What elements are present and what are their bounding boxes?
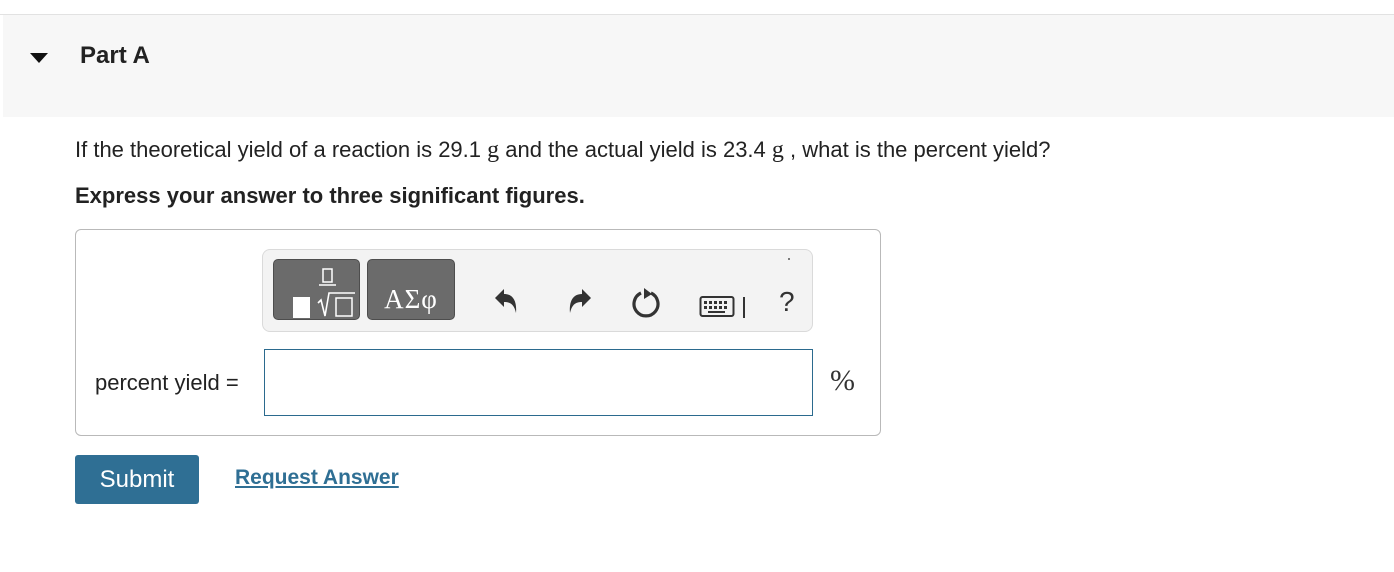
question-suffix: , what is the percent yield? (790, 137, 1051, 162)
part-title: Part A (80, 42, 150, 69)
answer-label: percent yield = (95, 370, 239, 395)
templates-button[interactable] (273, 259, 360, 320)
percent-yield-input[interactable] (264, 349, 813, 416)
request-answer-link[interactable]: Request Answer (235, 466, 399, 490)
toolbar-dot (788, 258, 790, 260)
fraction-sqrt-templates-icon (293, 268, 355, 318)
help-button[interactable]: ? (779, 286, 795, 318)
greek-symbols-label: ΑΣφ (384, 284, 438, 314)
actual-yield-unit: g (771, 137, 784, 163)
math-toolbar: ΑΣφ ? (262, 249, 813, 332)
question-middle: and the actual yield is 23.4 (505, 137, 766, 162)
submit-button[interactable]: Submit (75, 455, 199, 504)
part-a-header[interactable]: Part A (3, 15, 1394, 117)
question-text: If the theoretical yield of a reaction i… (75, 137, 1051, 164)
reset-icon[interactable] (630, 286, 664, 320)
redo-icon[interactable] (565, 286, 595, 316)
caret-down-icon[interactable] (28, 51, 50, 65)
answer-unit: % (830, 364, 855, 397)
question-prefix: If the theoretical yield of a reaction i… (75, 137, 482, 162)
greek-symbols-button[interactable]: ΑΣφ (367, 259, 455, 320)
keyboard-icon[interactable] (699, 294, 751, 320)
theoretical-yield-unit: g (487, 137, 500, 163)
answer-instruction: Express your answer to three significant… (75, 183, 585, 208)
undo-icon[interactable] (491, 286, 521, 316)
